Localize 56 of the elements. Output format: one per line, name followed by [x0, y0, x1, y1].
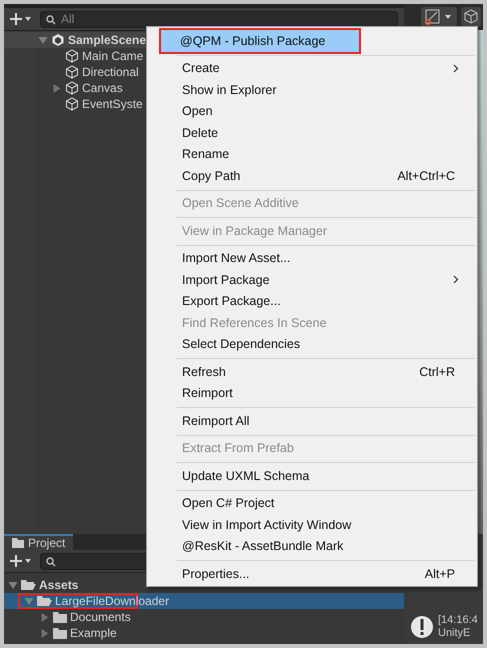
expand-arrow-icon[interactable] [40, 628, 50, 638]
cube-icon [65, 65, 79, 79]
expand-arrow-icon[interactable] [52, 84, 62, 92]
menu-item[interactable]: Properties... Alt+P [149, 563, 475, 584]
menu-item[interactable]: Reimport [149, 382, 475, 404]
shortcut-label: Alt+P [424, 566, 455, 581]
search-icon [46, 556, 56, 566]
search-field[interactable]: All [40, 10, 398, 28]
menu-item[interactable]: Reimport All [149, 410, 475, 432]
project-tab[interactable]: Project [4, 534, 74, 550]
search-icon [46, 14, 56, 24]
cube-icon [65, 81, 79, 95]
folder-icon [53, 611, 67, 623]
menu-item[interactable]: Open C# Project [149, 492, 475, 514]
shortcut-label: Alt+Ctrl+C [397, 168, 455, 183]
menu-item[interactable]: Rename [149, 144, 475, 165]
gizmo-toggle-button[interactable] [421, 7, 457, 27]
menu-item[interactable]: Select Dependencies [149, 334, 475, 355]
menu-item[interactable]: Export Package... [149, 290, 475, 312]
cube-icon [65, 49, 79, 63]
scene-name[interactable]: SampleScene [68, 33, 146, 47]
menu-item[interactable]: View in Import Activity Window [149, 514, 475, 536]
open-folder-icon [21, 579, 36, 591]
cube-icon [65, 97, 79, 111]
folder-label[interactable]: Documents [70, 610, 131, 624]
menu-item[interactable]: Show in Explorer [149, 79, 475, 100]
collapse-arrow-icon[interactable] [38, 36, 48, 44]
menu-item[interactable]: @QPM - Publish Package [161, 30, 359, 52]
folder-icon [12, 538, 24, 548]
add-menu-button[interactable] [10, 11, 32, 27]
menu-item[interactable]: Delete [149, 122, 475, 144]
collapse-arrow-icon[interactable] [24, 596, 34, 606]
menu-item[interactable]: Update UXML Schema [149, 465, 475, 486]
folder-label[interactable]: Example [70, 626, 117, 640]
add-menu-button[interactable] [10, 553, 32, 569]
log-source: UnityE [438, 627, 472, 640]
menu-item[interactable]: Copy Path Alt+Ctrl+C [149, 165, 475, 186]
collapse-arrow-icon[interactable] [8, 580, 18, 590]
cube-icon[interactable] [461, 7, 481, 27]
menu-item[interactable]: Refresh Ctrl+R [149, 361, 475, 382]
menu-item[interactable]: Create [149, 58, 475, 79]
open-folder-icon [37, 595, 52, 607]
game-object-label[interactable]: Canvas [82, 81, 123, 95]
menu-item[interactable]: @ResKit - AssetBundle Mark [149, 536, 475, 557]
folder-label[interactable]: Assets [39, 578, 78, 592]
shortcut-label: Ctrl+R [419, 364, 455, 379]
game-object-label[interactable]: Directional [82, 65, 139, 79]
exclamation-icon [410, 615, 434, 639]
game-object-label[interactable]: EventSyste [82, 97, 143, 111]
expand-arrow-icon[interactable] [40, 612, 50, 622]
game-object-label[interactable]: Main Came [82, 49, 144, 63]
menu-item[interactable]: Open [149, 100, 475, 122]
folder-icon [53, 627, 67, 639]
log-time: [14:16:4 [438, 614, 478, 627]
menu-item[interactable]: Import Package [149, 269, 475, 290]
menu-item[interactable]: Import New Asset... [149, 248, 475, 269]
